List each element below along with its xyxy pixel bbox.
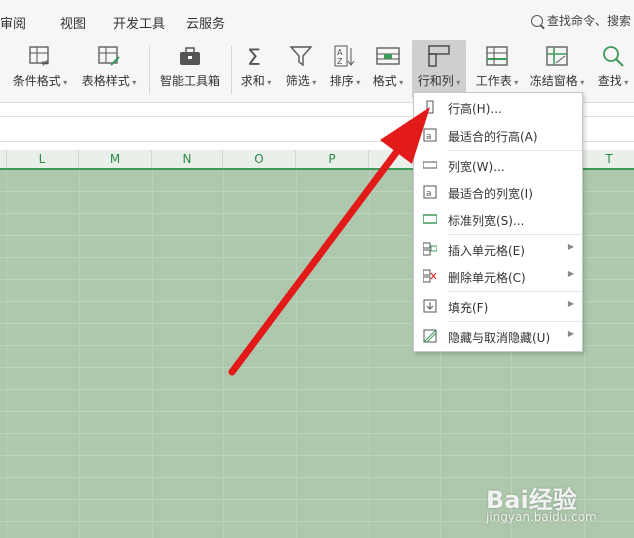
annotation-arrow: [228, 107, 430, 376]
watermark-url: jingyan.baidu.com: [486, 510, 597, 524]
baidu-watermark: Bai经验 jingyan.baidu.com: [486, 480, 606, 530]
